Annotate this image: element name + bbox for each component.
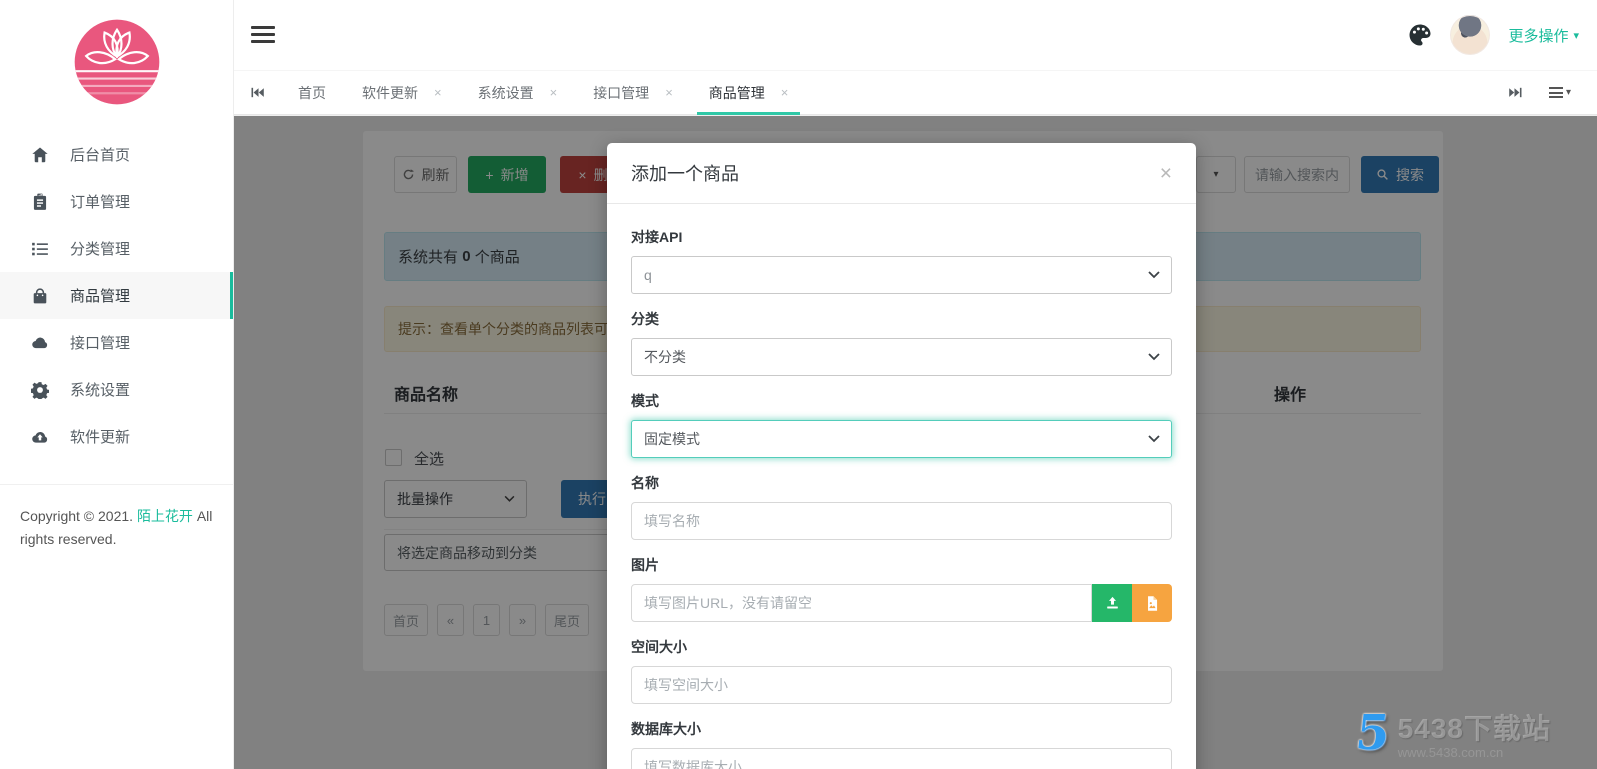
add-product-modal: 添加一个商品 × 对接API q 分类 不分类 模式 固定模式 名称 填写名称 …	[607, 143, 1196, 769]
database-size-input[interactable]	[631, 748, 1172, 769]
upload-icon	[1106, 596, 1118, 608]
sidebar-item-label: 后台首页	[70, 147, 131, 164]
gear-icon	[31, 381, 49, 399]
space-size-input[interactable]	[631, 666, 1172, 704]
tab-system-settings[interactable]: 系统设置 ×	[460, 71, 576, 114]
field-database: 数据库大小	[631, 719, 1172, 769]
user-avatar[interactable]	[1450, 15, 1491, 55]
clipboard-icon	[31, 193, 49, 211]
image-file-icon	[1147, 595, 1157, 611]
more-actions-dropdown[interactable]: 更多操作 ▾	[1508, 25, 1579, 46]
app-window: 后台首页 订单管理 分类管理 商品管理 接口管理 系统设置 软件更新 Copyr…	[0, 0, 1597, 769]
upload-image-button[interactable]	[1092, 584, 1132, 622]
sidebar-menu: 后台首页 订单管理 分类管理 商品管理 接口管理 系统设置 软件更新	[0, 131, 233, 460]
field-name: 名称	[631, 473, 1172, 540]
modal-title: 添加一个商品	[631, 164, 739, 184]
tab-bar: 首页 软件更新 × 系统设置 × 接口管理 × 商品管理 × ▾	[234, 70, 1597, 115]
sidebar-item-label: 系统设置	[70, 382, 131, 399]
sidebar-item-label: 软件更新	[70, 429, 131, 446]
field-space-label: 空间大小	[631, 639, 687, 655]
bag-icon	[31, 287, 49, 305]
field-image-label: 图片	[631, 557, 659, 573]
tab-software-update[interactable]: 软件更新 ×	[344, 71, 460, 114]
category-select-value: 不分类	[644, 349, 686, 365]
list-icon	[31, 240, 49, 258]
chevron-down-icon	[1148, 435, 1160, 443]
field-image: 图片	[631, 555, 1172, 622]
field-api: 对接API q	[631, 227, 1172, 294]
lotus-logo-icon	[74, 19, 159, 105]
field-mode-label: 模式	[631, 393, 659, 409]
chevron-down-icon	[1148, 353, 1160, 361]
sidebar-item-settings[interactable]: 系统设置	[0, 366, 233, 413]
sidebar-item-dashboard[interactable]: 后台首页	[0, 131, 233, 178]
tab-options-menu-icon[interactable]: ▾	[1548, 85, 1571, 101]
sidebar: 后台首页 订单管理 分类管理 商品管理 接口管理 系统设置 软件更新 Copyr…	[0, 0, 234, 769]
cloud-icon	[31, 334, 49, 352]
copyright-text: Copyright © 2021.	[20, 508, 134, 524]
sidebar-item-label: 订单管理	[70, 194, 131, 211]
tab-label: 软件更新	[362, 84, 418, 101]
brand-logo	[0, 0, 233, 113]
field-category-label: 分类	[631, 311, 659, 327]
close-icon[interactable]: ×	[781, 85, 789, 100]
hamburger-menu-icon[interactable]	[251, 26, 275, 47]
field-space: 空间大小	[631, 637, 1172, 704]
image-library-button[interactable]	[1132, 584, 1172, 622]
tab-bar-right-controls: ▾	[1508, 71, 1597, 114]
caret-down-icon: ▾	[1573, 29, 1579, 42]
tab-api-management[interactable]: 接口管理 ×	[575, 71, 691, 114]
field-mode: 模式 固定模式	[631, 391, 1172, 458]
modal-body: 对接API q 分类 不分类 模式 固定模式 名称 填写名称 图片 填写图片UR…	[607, 204, 1196, 769]
field-name-label: 名称	[631, 475, 659, 491]
caret-down-icon: ▾	[1565, 87, 1571, 98]
mode-select[interactable]: 固定模式	[631, 420, 1172, 458]
sidebar-item-products[interactable]: 商品管理	[0, 272, 233, 319]
api-select[interactable]: q	[631, 256, 1172, 294]
close-icon[interactable]: ×	[434, 85, 442, 100]
api-select-value: q	[644, 267, 652, 283]
tab-home[interactable]: 首页	[280, 71, 344, 114]
close-icon[interactable]: ×	[1160, 163, 1172, 184]
mode-select-value: 固定模式	[644, 431, 700, 447]
tab-label: 系统设置	[477, 84, 534, 101]
field-database-label: 数据库大小	[631, 721, 701, 737]
cloud-upload-icon	[31, 428, 49, 446]
close-icon[interactable]: ×	[665, 85, 673, 100]
field-api-label: 对接API	[631, 229, 683, 245]
name-input[interactable]	[631, 502, 1172, 540]
header-actions: 更多操作 ▾	[1408, 0, 1579, 70]
scroll-tabs-start-icon[interactable]	[234, 71, 280, 114]
top-header: 更多操作 ▾	[234, 0, 1597, 70]
sidebar-item-label: 接口管理	[70, 335, 131, 352]
sidebar-item-label: 商品管理	[70, 288, 131, 305]
modal-header: 添加一个商品 ×	[607, 143, 1196, 204]
tab-label: 接口管理	[593, 84, 650, 101]
tab-label: 商品管理	[708, 84, 765, 101]
tab-label: 首页	[298, 84, 326, 101]
more-actions-label: 更多操作	[1508, 27, 1569, 45]
sidebar-item-updates[interactable]: 软件更新	[0, 413, 233, 460]
close-icon[interactable]: ×	[550, 85, 558, 100]
category-select[interactable]: 不分类	[631, 338, 1172, 376]
home-icon	[31, 146, 49, 164]
open-tabs: 首页 软件更新 × 系统设置 × 接口管理 × 商品管理 ×	[280, 71, 807, 115]
image-url-input[interactable]	[631, 584, 1092, 622]
theme-palette-icon[interactable]	[1408, 23, 1432, 47]
field-category: 分类 不分类	[631, 309, 1172, 376]
sidebar-item-orders[interactable]: 订单管理	[0, 178, 233, 225]
chevron-down-icon	[1148, 271, 1160, 279]
sidebar-item-categories[interactable]: 分类管理	[0, 225, 233, 272]
tab-product-management[interactable]: 商品管理 ×	[691, 71, 807, 115]
copyright: Copyright © 2021. 陌上花开 All rights reserv…	[0, 485, 233, 551]
scroll-tabs-end-icon[interactable]	[1508, 85, 1523, 100]
sidebar-item-label: 分类管理	[70, 241, 131, 258]
copyright-link[interactable]: 陌上花开	[137, 508, 193, 524]
sidebar-item-api[interactable]: 接口管理	[0, 319, 233, 366]
